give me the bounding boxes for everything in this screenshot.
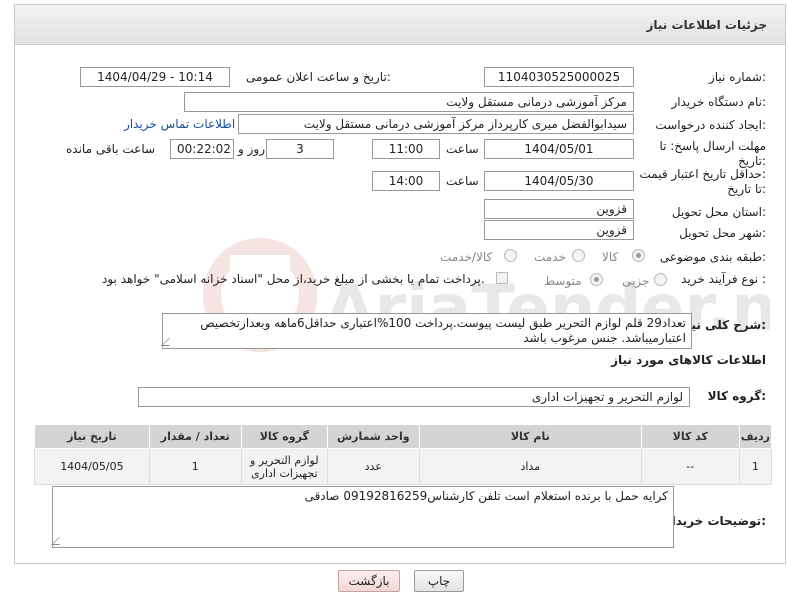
payment-note: پرداخت تمام یا بخشی از مبلغ خرید،از محل … bbox=[102, 272, 485, 286]
buyer-org-label: نام دستگاه خریدار: bbox=[671, 95, 767, 109]
col-group: گروه کالا bbox=[240, 424, 328, 449]
remaining-label: ساعت باقی مانده bbox=[66, 142, 156, 156]
buyer-notes-text: کرایه حمل با برنده استعلام است تلفن کارش… bbox=[304, 489, 668, 503]
announce-label: تاریخ و ساعت اعلان عمومی: bbox=[246, 70, 391, 84]
buyer-org-field: مرکز آموزشی درمانی مستقل ولایت bbox=[184, 92, 634, 112]
table-row: 1 -- مداد عدد لوازم التحریر و تجهیزات اد… bbox=[34, 448, 773, 485]
col-quantity: تعداد / مقدار bbox=[148, 424, 242, 449]
city-label: شهر محل تحویل: bbox=[679, 226, 766, 240]
description-text: تعداد29 قلم لوازم التحریر طبق لیست پیوست… bbox=[200, 316, 686, 345]
process-medium-label: متوسط bbox=[544, 274, 582, 288]
deadline-label-2: تاریخ: bbox=[738, 154, 766, 168]
category-goods-radio[interactable] bbox=[632, 249, 645, 262]
category-goods-label: کالا bbox=[602, 250, 619, 264]
goods-group-field: لوازم التحریر و تجهیزات اداری bbox=[138, 387, 690, 407]
deadline-date-field: 1404/05/01 bbox=[484, 139, 634, 159]
back-button[interactable]: بازگشت bbox=[338, 570, 400, 592]
city-field: قزوین bbox=[484, 220, 634, 240]
creator-label: ایجاد کننده درخواست: bbox=[655, 118, 766, 132]
price-valid-time-field: 14:00 bbox=[372, 171, 440, 191]
description-label: شرح کلی نیاز: bbox=[680, 318, 766, 332]
category-service-label: خدمت bbox=[534, 250, 566, 264]
col-row: ردیف bbox=[738, 424, 773, 449]
province-label: استان محل تحویل: bbox=[671, 205, 766, 219]
cell-group: لوازم التحریر و تجهیزات اداری bbox=[240, 448, 328, 485]
category-both-label: کالا/خدمت bbox=[440, 250, 493, 264]
price-valid-label: حداقل تاریخ اعتبار قیمت: bbox=[639, 167, 766, 181]
col-unit: واحد شمارش bbox=[326, 424, 420, 449]
category-both-radio[interactable] bbox=[504, 249, 517, 262]
cell-code: -- bbox=[640, 448, 740, 485]
deadline-time-label: ساعت bbox=[446, 142, 479, 156]
treasury-payment-checkbox[interactable] bbox=[496, 272, 508, 284]
process-label: نوع فرآیند خرید : bbox=[681, 272, 766, 286]
category-service-radio[interactable] bbox=[572, 249, 585, 262]
price-valid-label-2: تا تاریخ: bbox=[727, 182, 766, 196]
buyer-notes-label: توضیحات خریدار: bbox=[664, 514, 766, 528]
col-date: تاریخ نیاز bbox=[34, 424, 150, 449]
goods-group-label: گروه کالا: bbox=[707, 389, 766, 403]
process-minor-radio[interactable] bbox=[654, 273, 667, 286]
days-field: 3 bbox=[266, 139, 334, 159]
announce-field: 1404/04/29 - 10:14 bbox=[80, 67, 230, 87]
price-valid-time-label: ساعت bbox=[446, 174, 479, 188]
col-code: کد کالا bbox=[640, 424, 740, 449]
print-button[interactable]: چاپ bbox=[414, 570, 464, 592]
remaining-time-field: 00:22:02 bbox=[170, 139, 234, 159]
items-table: ردیف کد کالا نام کالا واحد شمارش گروه کا… bbox=[34, 424, 773, 485]
process-minor-label: جزیی bbox=[622, 274, 650, 288]
cell-quantity: 1 bbox=[148, 448, 242, 485]
table-header-row: ردیف کد کالا نام کالا واحد شمارش گروه کا… bbox=[34, 424, 773, 449]
deadline-label: مهلت ارسال پاسخ: تا bbox=[659, 139, 766, 153]
price-valid-date-field: 1404/05/30 bbox=[484, 171, 634, 191]
col-name: نام کالا bbox=[418, 424, 642, 449]
resize-grip-icon[interactable] bbox=[161, 338, 177, 346]
buyer-notes-field: کرایه حمل با برنده استعلام است تلفن کارش… bbox=[51, 486, 674, 548]
deadline-time-field: 11:00 bbox=[372, 139, 440, 159]
province-field: قزوین bbox=[484, 199, 634, 219]
description-field: تعداد29 قلم لوازم التحریر طبق لیست پیوست… bbox=[161, 313, 692, 349]
goods-section-title: اطلاعات کالاهای مورد نیاز bbox=[611, 353, 766, 367]
need-number-label: شماره نیاز: bbox=[708, 70, 766, 84]
category-label: طبقه بندی موضوعی: bbox=[659, 250, 766, 264]
resize-grip-icon[interactable] bbox=[51, 537, 67, 545]
cell-row: 1 bbox=[738, 448, 773, 485]
panel-header: جزئیات اطلاعات نیاز bbox=[15, 5, 785, 45]
days-label: روز و bbox=[238, 142, 265, 156]
need-number-field: 1104030525000025 bbox=[484, 67, 634, 87]
page-title: جزئیات اطلاعات نیاز bbox=[646, 18, 767, 32]
contact-buyer-link[interactable]: اطلاعات تماس خریدار bbox=[124, 117, 235, 131]
process-medium-radio[interactable] bbox=[590, 273, 603, 286]
cell-date: 1404/05/05 bbox=[34, 448, 150, 485]
creator-field: سیدابوالفضل میری کارپرداز مرکز آموزشی در… bbox=[238, 114, 634, 134]
cell-name: مداد bbox=[418, 448, 642, 485]
cell-unit: عدد bbox=[326, 448, 420, 485]
